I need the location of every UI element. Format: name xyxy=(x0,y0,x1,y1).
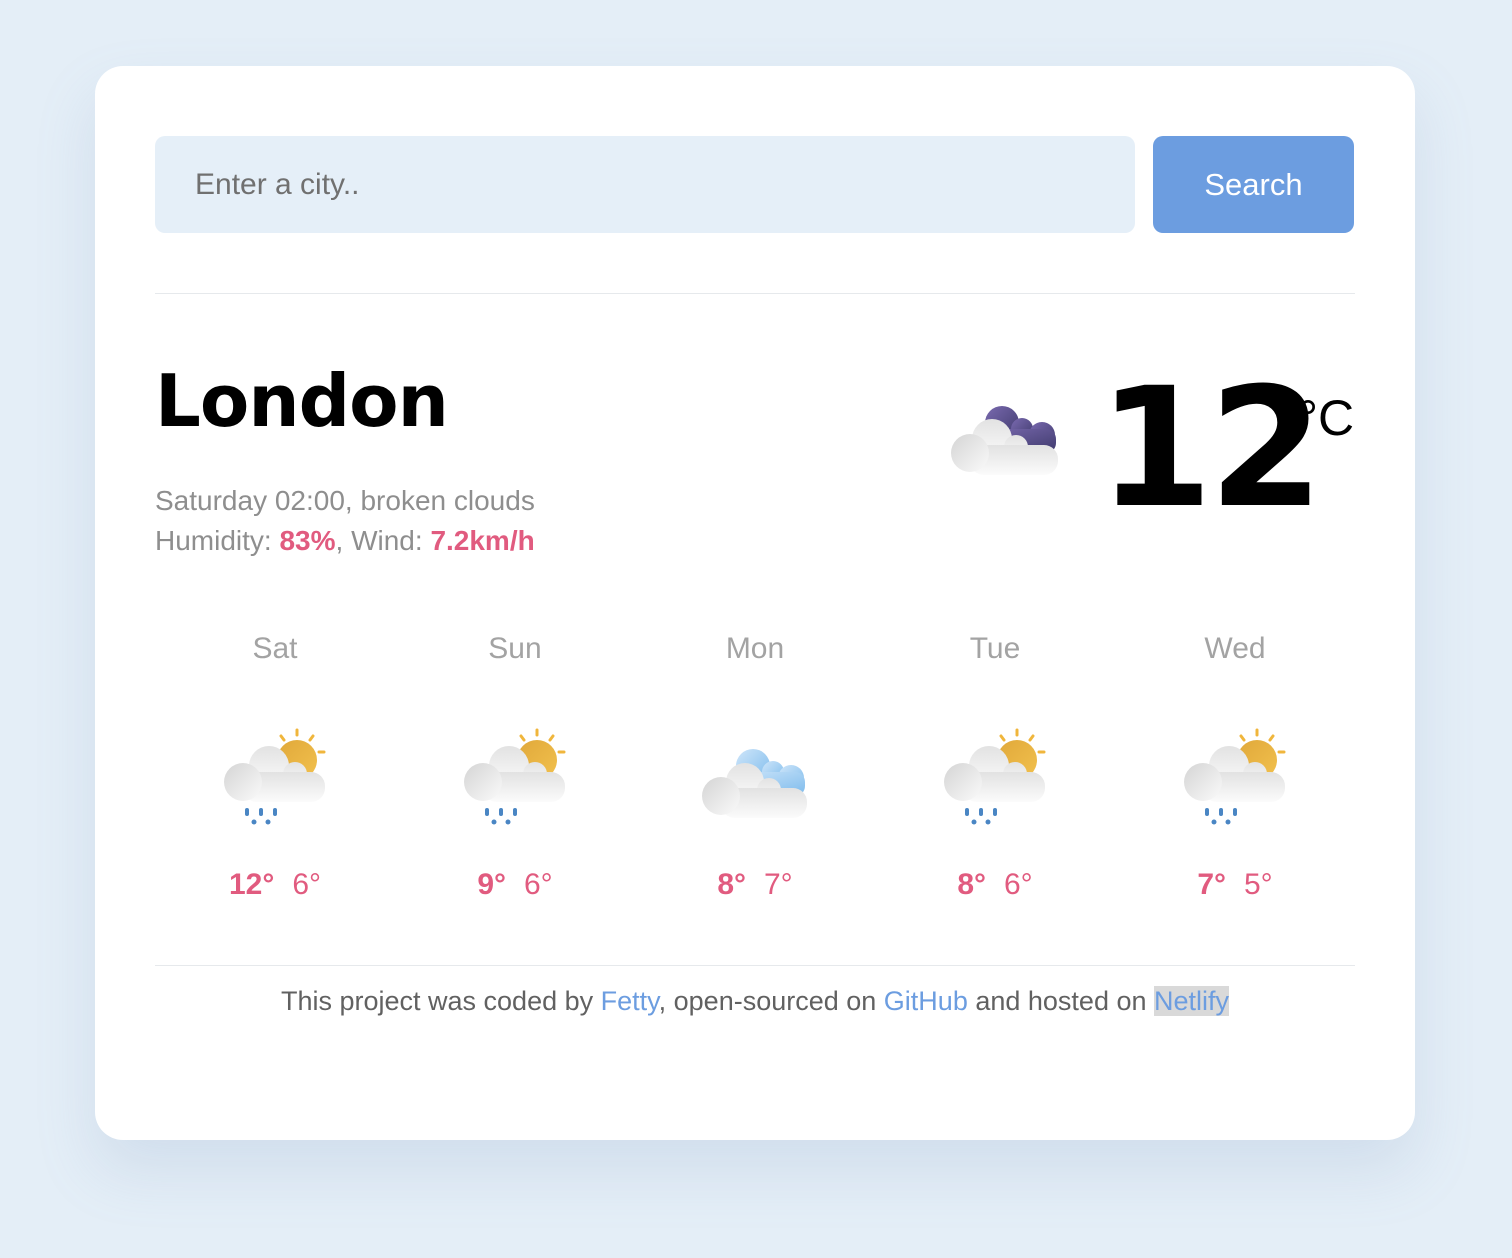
broken-clouds-night-icon xyxy=(951,406,1058,475)
forecast-day: Wed 7° 5° xyxy=(1115,626,1355,906)
forecast-max: 7° xyxy=(1197,868,1226,901)
forecast-max: 8° xyxy=(717,868,746,901)
forecast-min: 6° xyxy=(292,868,322,901)
author-link[interactable]: Fetty xyxy=(601,986,659,1016)
footer-text: and hosted on xyxy=(967,986,1154,1016)
date-description: Saturday 02:00, broken clouds xyxy=(155,485,535,516)
humidity-label: Humidity: xyxy=(155,525,280,556)
footer-text: , open-sourced on xyxy=(658,986,884,1016)
city-name: London xyxy=(155,359,449,443)
forecast-day: Sat 12° 6° xyxy=(155,626,395,906)
forecast-max: 12° xyxy=(228,868,275,901)
humidity-value: 83% xyxy=(279,525,336,556)
forecast-temps: 9° 6° xyxy=(395,868,635,902)
divider xyxy=(155,293,1355,294)
forecast-temps: 8° 6° xyxy=(875,868,1115,902)
forecast-day-name: Sat xyxy=(252,632,298,665)
rain-sun-icon xyxy=(459,726,571,831)
forecast-temps: 12° 6° xyxy=(155,868,395,902)
rain-sun-icon xyxy=(1179,726,1291,831)
footer-text: This project was coded by xyxy=(280,986,601,1016)
humidity-wind: Humidity: 83%, Wind: 7.2km/h xyxy=(155,521,535,561)
forecast-temps: 7° 5° xyxy=(1115,868,1355,902)
rain-sun-icon xyxy=(939,726,1051,831)
forecast-day-name: Wed xyxy=(1204,632,1266,665)
forecast-day: Mon 8° 7° xyxy=(635,626,875,906)
divider xyxy=(155,965,1355,966)
weather-description: broken clouds xyxy=(360,485,535,516)
netlify-link[interactable]: Netlify xyxy=(1154,986,1230,1016)
city-search-input[interactable] xyxy=(155,136,1135,233)
current-details: Saturday 02:00, broken clouds Humidity: … xyxy=(155,481,535,561)
forecast-min: 5° xyxy=(1244,868,1273,901)
forecast-day: Tue 8° 6° xyxy=(875,626,1115,906)
forecast-min: 6° xyxy=(524,868,553,901)
temperature-unit: °C xyxy=(1298,390,1355,446)
search-form: Search xyxy=(155,136,1355,233)
forecast-min: 6° xyxy=(1004,868,1033,901)
github-link[interactable]: GitHub xyxy=(884,986,968,1016)
weather-card: Search London Saturday 02:00, broken clo… xyxy=(95,66,1415,1140)
wind-value: 7.2km/h xyxy=(430,525,535,556)
forecast-day-name: Tue xyxy=(969,632,1021,665)
forecast-day-name: Mon xyxy=(725,632,785,665)
footer: This project was coded by Fetty, open-so… xyxy=(155,986,1355,1017)
forecast-day: Sun 9° 6° xyxy=(395,626,635,906)
day-time: Saturday 02:00 xyxy=(155,485,345,516)
search-button[interactable]: Search xyxy=(1153,136,1354,233)
forecast-max: 9° xyxy=(477,868,506,901)
forecast-max: 8° xyxy=(957,868,986,901)
forecast: Sat 12° 6° Sun 9° 6° Mon 8° 7° Tue 8° 6°… xyxy=(155,626,1355,906)
current-temperature: 12 xyxy=(1098,352,1324,544)
forecast-temps: 8° 7° xyxy=(635,868,875,902)
clouds-icon xyxy=(699,726,811,831)
wind-label: , Wind: xyxy=(335,525,431,556)
forecast-min: 7° xyxy=(764,868,793,901)
forecast-day-name: Sun xyxy=(488,632,542,665)
rain-sun-icon xyxy=(219,726,331,831)
